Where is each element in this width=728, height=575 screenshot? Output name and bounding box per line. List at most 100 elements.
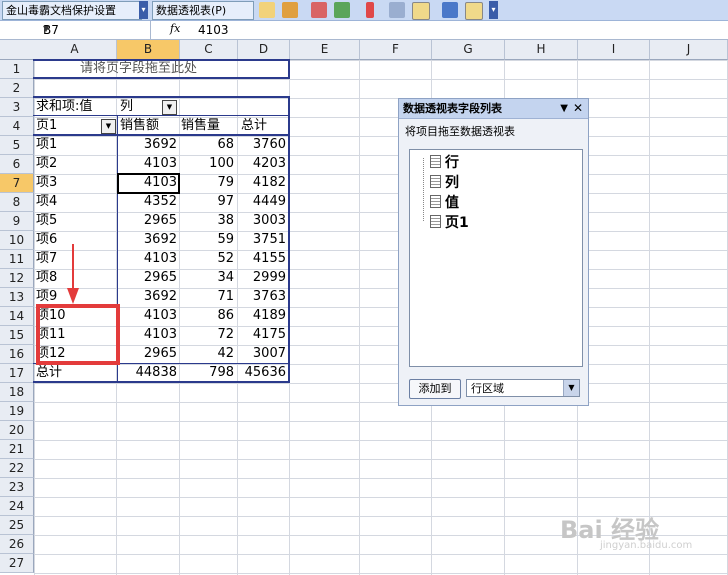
row-header-4[interactable]: 4: [0, 117, 34, 136]
pivot-row-value[interactable]: 3760: [239, 136, 289, 154]
area-select-dropdown-icon[interactable]: ▼: [563, 380, 579, 396]
pivot-total-value[interactable]: 45636: [239, 364, 289, 382]
add-to-button[interactable]: 添加到: [409, 379, 461, 399]
column-header-b[interactable]: B: [117, 40, 180, 60]
column-header-h[interactable]: H: [505, 40, 578, 60]
column-field-label[interactable]: 列: [120, 98, 160, 116]
pivot-row-value[interactable]: 3692: [118, 288, 180, 306]
pivot-row-value[interactable]: 59: [181, 231, 237, 249]
row-header-27[interactable]: 27: [0, 554, 34, 573]
column-header-g[interactable]: G: [432, 40, 505, 60]
pivot-row-value[interactable]: 52: [181, 250, 237, 268]
row-header-19[interactable]: 19: [0, 402, 34, 421]
protect-settings-button[interactable]: 金山毒霸文档保护设置: [2, 1, 142, 20]
row-header-9[interactable]: 9: [0, 212, 34, 231]
row-header-7[interactable]: 7: [0, 174, 34, 193]
pivot-row-value[interactable]: 68: [181, 136, 237, 154]
row-header-20[interactable]: 20: [0, 421, 34, 440]
row-header-10[interactable]: 10: [0, 231, 34, 250]
show-field-list-icon[interactable]: [412, 2, 430, 20]
pivot-row-value[interactable]: 4175: [239, 326, 289, 344]
row-field-dropdown-icon[interactable]: ▼: [101, 119, 116, 134]
column-header-i[interactable]: I: [578, 40, 650, 60]
pivot-row-label[interactable]: 项4: [36, 193, 116, 211]
column-header-a[interactable]: A: [33, 40, 117, 60]
pivot-row-value[interactable]: 97: [181, 193, 237, 211]
row-header-17[interactable]: 17: [0, 364, 34, 383]
row-header-18[interactable]: 18: [0, 383, 34, 402]
pivot-row-value[interactable]: 3007: [239, 345, 289, 363]
chart-wizard-icon[interactable]: [282, 2, 298, 18]
field-settings-icon[interactable]: [389, 2, 405, 18]
pivot-row-value[interactable]: 86: [181, 307, 237, 325]
pivot-table-menu[interactable]: 数据透视表(P): [152, 1, 254, 20]
pivot-row-label[interactable]: 项2: [36, 155, 116, 173]
pivot-row-value[interactable]: 4203: [239, 155, 289, 173]
column-header-e[interactable]: E: [290, 40, 360, 60]
pivot-row-value[interactable]: 4155: [239, 250, 289, 268]
pivot-row-value[interactable]: 2965: [118, 269, 180, 287]
pivot-row-value[interactable]: 3751: [239, 231, 289, 249]
row-header-25[interactable]: 25: [0, 516, 34, 535]
pivot-row-value[interactable]: 3692: [118, 231, 180, 249]
pivot-row-value[interactable]: 72: [181, 326, 237, 344]
pivot-row-value[interactable]: 3692: [118, 136, 180, 154]
field-row[interactable]: 行: [430, 152, 459, 172]
column-header-c[interactable]: C: [180, 40, 238, 60]
row-header-21[interactable]: 21: [0, 440, 34, 459]
toolbar-options-chevron-icon[interactable]: ▾: [489, 1, 498, 19]
pivot-row-value[interactable]: 4103: [118, 307, 180, 325]
pivot-total-value[interactable]: 798: [181, 364, 237, 382]
pivot-row-value[interactable]: 42: [181, 345, 237, 363]
field-page1[interactable]: 页1: [430, 212, 469, 232]
row-header-13[interactable]: 13: [0, 288, 34, 307]
pivot-row-value[interactable]: 4103: [118, 326, 180, 344]
row-header-15[interactable]: 15: [0, 326, 34, 345]
column-header-f[interactable]: F: [360, 40, 432, 60]
pivot-row-value[interactable]: 4189: [239, 307, 289, 325]
row-header-14[interactable]: 14: [0, 307, 34, 326]
pivot-row-value[interactable]: 4449: [239, 193, 289, 211]
row-header-1[interactable]: 1: [0, 60, 34, 79]
pane-menu-icon[interactable]: ▼: [560, 99, 568, 118]
row-header-2[interactable]: 2: [0, 79, 34, 98]
row-header-5[interactable]: 5: [0, 136, 34, 155]
formula-input[interactable]: 4103: [198, 23, 229, 37]
pivot-row-value[interactable]: 3763: [239, 288, 289, 306]
pivot-total-value[interactable]: 44838: [118, 364, 180, 382]
row-header-24[interactable]: 24: [0, 497, 34, 516]
column-header-j[interactable]: J: [650, 40, 728, 60]
table-options-icon[interactable]: [442, 2, 458, 18]
field-list-toggle-icon[interactable]: [465, 2, 483, 20]
pivot-row-value[interactable]: 4182: [239, 174, 289, 192]
field-list-box[interactable]: 行 列 值 页1: [409, 149, 583, 367]
toolbar-chevron-icon[interactable]: ▾: [139, 1, 148, 19]
pivot-row-value[interactable]: 4103: [118, 155, 180, 173]
row-header-8[interactable]: 8: [0, 193, 34, 212]
row-header-3[interactable]: 3: [0, 98, 34, 117]
close-icon[interactable]: ✕: [573, 99, 583, 118]
pivot-row-value[interactable]: 79: [181, 174, 237, 192]
field-column[interactable]: 列: [430, 172, 459, 192]
pivot-row-value[interactable]: 2999: [239, 269, 289, 287]
name-box[interactable]: B7 ▼: [0, 21, 151, 39]
pivot-row-label[interactable]: 项1: [36, 136, 116, 154]
pivot-row-value[interactable]: 100: [181, 155, 237, 173]
pivot-row-value[interactable]: 71: [181, 288, 237, 306]
row-field-label[interactable]: 页1: [36, 117, 96, 135]
pivot-row-value[interactable]: 3003: [239, 212, 289, 230]
pivot-row-value[interactable]: 34: [181, 269, 237, 287]
row-header-11[interactable]: 11: [0, 250, 34, 269]
pivot-row-label[interactable]: 项3: [36, 174, 116, 192]
refresh-icon[interactable]: [366, 2, 374, 18]
fx-icon[interactable]: fx: [170, 22, 180, 35]
show-detail-icon[interactable]: [334, 2, 350, 18]
pivot-row-value[interactable]: 38: [181, 212, 237, 230]
field-value[interactable]: 值: [430, 192, 459, 212]
column-field-dropdown-icon[interactable]: ▼: [162, 100, 177, 115]
select-all-corner[interactable]: [0, 40, 34, 60]
pivot-row-value[interactable]: 2965: [118, 345, 180, 363]
row-header-26[interactable]: 26: [0, 535, 34, 554]
row-header-23[interactable]: 23: [0, 478, 34, 497]
format-report-icon[interactable]: [259, 2, 275, 18]
